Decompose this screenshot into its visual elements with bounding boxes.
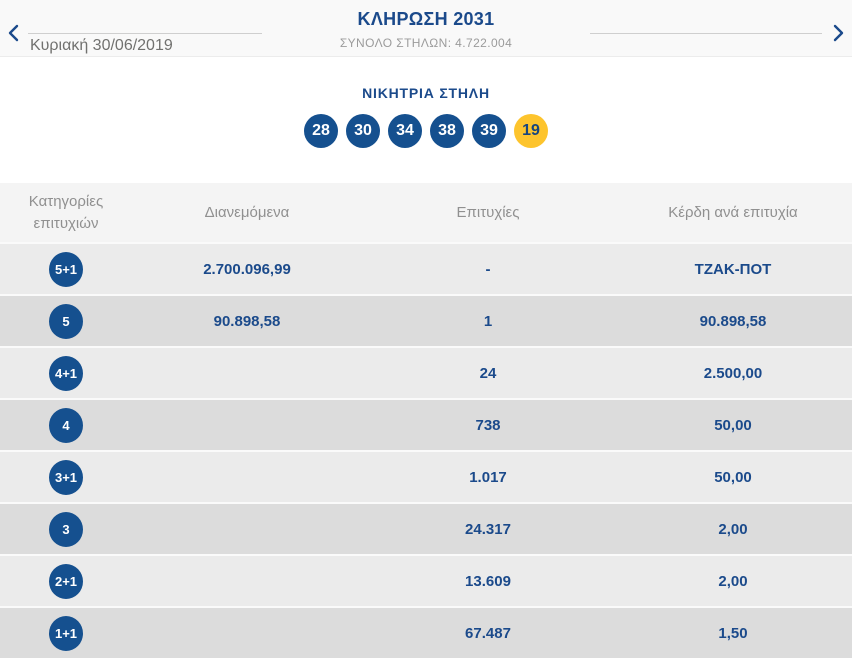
prize-cell: 2,00	[718, 520, 748, 538]
column-header-categories: Κατηγορίες επιτυχιών	[28, 192, 104, 232]
winning-number-ball: 34	[388, 114, 422, 148]
results-table-header: Κατηγορίες επιτυχιών Διανεμόμενα Επιτυχί…	[0, 183, 852, 242]
category-cell: 5+1	[0, 251, 132, 287]
category-badge: 5	[49, 303, 83, 339]
category-badge: 4+1	[49, 355, 83, 391]
prize-cell: 50,00	[714, 468, 752, 486]
prize-cell: 2.500,00	[703, 364, 763, 382]
winning-column-section: ΝΙΚΗΤΡΙΑ ΣΤΗΛΗ 28 30 34 38 39 19	[0, 57, 852, 183]
table-row: 3 24.317 2,00	[0, 502, 852, 554]
results-table: Κατηγορίες επιτυχιών Διανεμόμενα Επιτυχί…	[0, 183, 852, 658]
wins-cell: 67.487	[465, 624, 511, 642]
winning-numbers: 28 30 34 38 39 19	[0, 114, 852, 148]
category-cell: 2+1	[0, 563, 132, 599]
wins-cell: 1.017	[469, 468, 507, 486]
winning-number-ball: 39	[472, 114, 506, 148]
table-row: 2+1 13.609 2,00	[0, 554, 852, 606]
distributed-cell: 90.898,58	[213, 312, 281, 330]
total-columns-label: ΣΥΝΟΛΟ ΣΤΗΛΩΝ: 4.722.004	[339, 36, 513, 50]
wins-cell: 1	[483, 312, 493, 330]
winning-number-ball: 28	[304, 114, 338, 148]
wins-cell: -	[485, 260, 491, 278]
category-badge: 3	[49, 511, 83, 547]
category-badge: 1+1	[49, 615, 83, 651]
category-badge: 2+1	[49, 563, 83, 599]
category-cell: 3	[0, 511, 132, 547]
draw-header: Κυριακή 30/06/2019 ΚΛΗΡΩΣΗ 2031 ΣΥΝΟΛΟ Σ…	[0, 0, 852, 57]
category-badge: 5+1	[49, 251, 83, 287]
category-badge: 4	[49, 407, 83, 443]
column-header-distributed: Διανεμόμενα	[204, 204, 290, 221]
category-cell: 4	[0, 407, 132, 443]
prize-cell: 90.898,58	[699, 312, 767, 330]
wins-cell: 13.609	[465, 572, 511, 590]
table-row: 4+1 24 2.500,00	[0, 346, 852, 398]
wins-cell: 24.317	[465, 520, 511, 538]
table-row: 3+1 1.017 50,00	[0, 450, 852, 502]
table-row: 4 738 50,00	[0, 398, 852, 450]
prize-cell: 1,50	[718, 624, 748, 642]
category-cell: 4+1	[0, 355, 132, 391]
prize-cell: ΤΖΑΚ-ΠΟΤ	[694, 260, 772, 278]
prize-cell: 50,00	[714, 416, 752, 434]
distributed-cell: 2.700.096,99	[203, 260, 291, 278]
prize-cell: 2,00	[718, 572, 748, 590]
winning-column-title: ΝΙΚΗΤΡΙΑ ΣΤΗΛΗ	[362, 85, 490, 101]
draw-title: ΚΛΗΡΩΣΗ 2031	[357, 9, 495, 29]
column-header-prize-per-win: Κέρδη ανά επιτυχία	[668, 204, 798, 221]
table-row: 5 90.898,58 1 90.898,58	[0, 294, 852, 346]
table-row: 1+1 67.487 1,50	[0, 606, 852, 658]
wins-cell: 738	[475, 416, 501, 434]
category-cell: 3+1	[0, 459, 132, 495]
winning-number-ball: 30	[346, 114, 380, 148]
column-header-wins: Επιτυχίες	[456, 204, 520, 221]
wins-cell: 24	[479, 364, 497, 382]
category-cell: 5	[0, 303, 132, 339]
joker-number-ball: 19	[514, 114, 548, 148]
winning-number-ball: 38	[430, 114, 464, 148]
category-cell: 1+1	[0, 615, 132, 651]
category-badge: 3+1	[49, 459, 83, 495]
table-row: 5+1 2.700.096,99 - ΤΖΑΚ-ΠΟΤ	[0, 242, 852, 294]
